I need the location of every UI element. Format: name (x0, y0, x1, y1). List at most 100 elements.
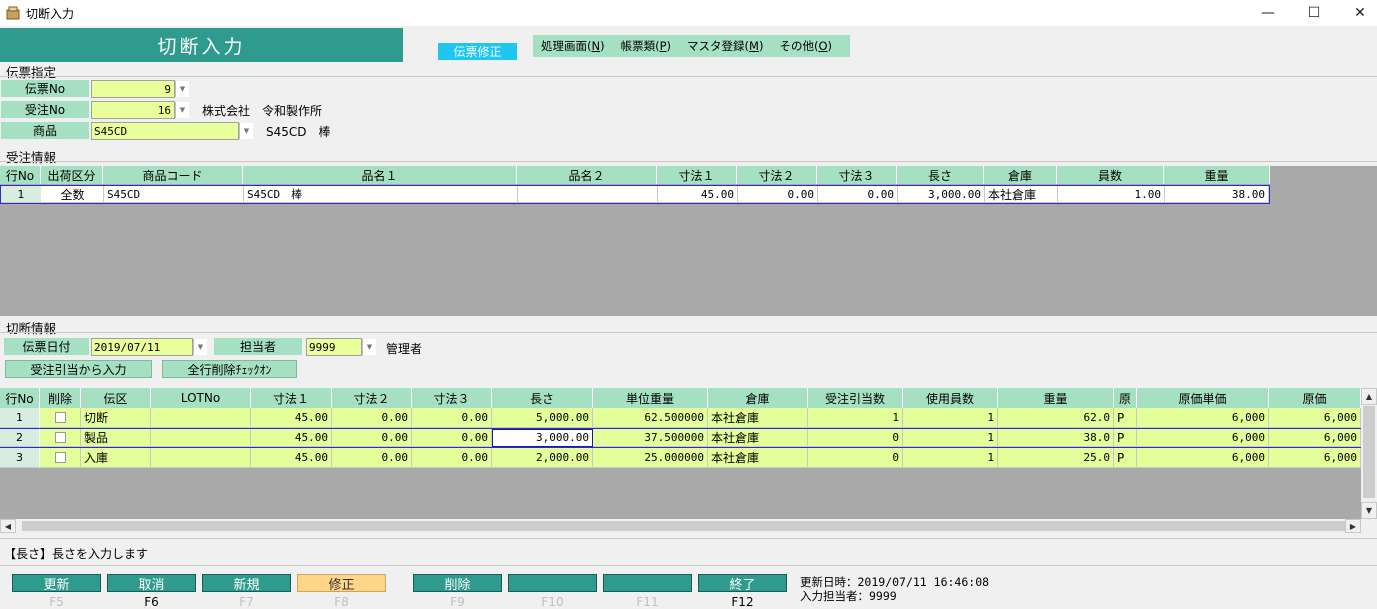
menu-item-reports[interactable]: 帳票類(P) (613, 38, 679, 54)
menu-item-master[interactable]: マスタ登録(M) (679, 38, 771, 54)
cell-dim3[interactable]: 0.00 (412, 429, 492, 447)
cell-lot-no[interactable] (151, 429, 251, 447)
chevron-down-icon[interactable]: ▼ (239, 123, 253, 139)
chevron-down-icon[interactable]: ▼ (175, 81, 189, 97)
maximize-icon[interactable]: ☐ (1291, 0, 1337, 26)
mode-badge: 伝票修正 (438, 43, 517, 60)
cell-dim3[interactable]: 0.00 (412, 448, 492, 468)
table-row[interactable]: 3 入庫 45.00 0.00 0.00 2,000.00 25.000000 … (0, 448, 1361, 468)
chevron-down-icon[interactable]: ▼ (175, 102, 189, 118)
cell-dim1[interactable]: 45.00 (251, 448, 332, 468)
fkey-label: F8 (334, 595, 349, 609)
close-icon[interactable]: ✕ (1337, 0, 1377, 26)
cell-origin[interactable]: P (1114, 429, 1137, 447)
fkey-label: F11 (636, 595, 659, 609)
cell-lot-no[interactable] (151, 408, 251, 428)
cell-unit-weight[interactable]: 37.500000 (593, 429, 708, 447)
cell-slip-type[interactable]: 入庫 (81, 448, 151, 468)
delete-checkbox[interactable] (54, 412, 66, 423)
cell-allocated[interactable]: 0 (808, 448, 903, 468)
scroll-right-icon[interactable]: ▶ (1345, 519, 1361, 533)
cell-used-count[interactable]: 1 (903, 429, 998, 447)
cell-cost[interactable]: 6,000 (1269, 408, 1361, 428)
cell-length[interactable]: 2,000.00 (492, 448, 593, 468)
menu-item-screens[interactable]: 処理画面(N) (533, 38, 613, 54)
cell-unit-weight[interactable]: 25.000000 (593, 448, 708, 468)
cell-dim3[interactable]: 0.00 (412, 408, 492, 428)
col-header: 倉庫 (984, 166, 1057, 184)
menu-bar: 処理画面(N) 帳票類(P) マスタ登録(M) その他(O) (533, 35, 850, 57)
f11-button[interactable] (603, 574, 692, 592)
update-button[interactable]: 更新 (12, 574, 101, 593)
cell-allocated[interactable]: 0 (808, 429, 903, 447)
cell-unit-weight[interactable]: 62.500000 (593, 408, 708, 428)
cell-cost[interactable]: 6,000 (1269, 429, 1361, 447)
cell-unit-cost[interactable]: 6,000 (1137, 429, 1269, 447)
slip-no-field[interactable]: 9 (91, 80, 175, 98)
col-header: 寸法３ (412, 388, 492, 408)
product-field[interactable]: S45CD (91, 122, 239, 140)
fkey-label: F9 (450, 595, 465, 609)
delete-all-check-button[interactable]: 全行削除ﾁｪｯｸｵﾝ (162, 360, 297, 378)
menu-item-other[interactable]: その他(O) (771, 38, 840, 54)
cell-lot-no[interactable] (151, 448, 251, 468)
table-row[interactable]: 1 切断 45.00 0.00 0.00 5,000.00 62.500000 … (0, 408, 1361, 428)
cell-dim1[interactable]: 45.00 (251, 429, 332, 447)
delete-checkbox-cell[interactable] (40, 429, 81, 447)
exit-button[interactable]: 終了 (698, 574, 787, 593)
status-message: 【長さ】長さを入力します (4, 547, 149, 561)
delete-checkbox-cell[interactable] (40, 448, 81, 468)
cell-unit-cost[interactable]: 6,000 (1137, 408, 1269, 428)
vertical-scrollbar[interactable]: ▲ ▼ (1361, 388, 1377, 519)
cell-slip-type[interactable]: 切断 (81, 408, 151, 428)
cell-warehouse[interactable]: 本社倉庫 (708, 429, 808, 447)
cell-dim2[interactable]: 0.00 (332, 448, 412, 468)
col-header: 出荷区分 (41, 166, 103, 184)
order-no-field[interactable]: 16 (91, 101, 175, 119)
modify-button[interactable]: 修正 (297, 574, 386, 593)
cell-used-count[interactable]: 1 (903, 408, 998, 428)
cell-warehouse[interactable]: 本社倉庫 (708, 408, 808, 428)
delete-checkbox[interactable] (54, 432, 66, 443)
col-header: 原価単価 (1137, 388, 1269, 408)
cell-dim2[interactable]: 0.00 (332, 408, 412, 428)
chevron-down-icon[interactable]: ▼ (362, 339, 376, 355)
cell-dim1[interactable]: 45.00 (251, 408, 332, 428)
cell-warehouse[interactable]: 本社倉庫 (708, 448, 808, 468)
cell-dim2[interactable]: 0.00 (332, 429, 412, 447)
cell-allocated[interactable]: 1 (808, 408, 903, 428)
delete-checkbox[interactable] (54, 452, 66, 463)
table-row[interactable]: 2 製品 45.00 0.00 0.00 3,000.00 37.500000 … (0, 428, 1361, 448)
slip-date-field[interactable]: 2019/07/11 (91, 338, 193, 356)
col-header: 使用員数 (903, 388, 998, 408)
f10-button[interactable] (508, 574, 597, 592)
scroll-thumb[interactable] (1363, 406, 1375, 498)
cell-length-editing[interactable]: 3,000.00 (492, 429, 593, 447)
cell-unit-cost[interactable]: 6,000 (1137, 448, 1269, 468)
delete-checkbox-cell[interactable] (40, 408, 81, 428)
row-number: 1 (0, 408, 40, 428)
cell-weight[interactable]: 25.0 (998, 448, 1114, 468)
cell-origin[interactable]: P (1114, 408, 1137, 428)
calendar-dropdown-icon[interactable]: ▼ (193, 339, 207, 355)
new-button[interactable]: 新規 (202, 574, 291, 593)
cell-length[interactable]: 5,000.00 (492, 408, 593, 428)
horizontal-scrollbar[interactable]: ◀ ▶ (0, 519, 1361, 533)
cell-cost[interactable]: 6,000 (1269, 448, 1361, 468)
table-row[interactable]: 1 全数 S45CD S45CD 棒 45.00 0.00 0.00 3,000… (0, 185, 1270, 204)
scroll-up-icon[interactable]: ▲ (1361, 388, 1377, 405)
cell-slip-type[interactable]: 製品 (81, 429, 151, 447)
from-order-button[interactable]: 受注引当から入力 (5, 360, 152, 378)
scroll-thumb[interactable] (22, 521, 1352, 531)
minimize-icon[interactable]: — (1245, 0, 1291, 26)
cell-weight[interactable]: 62.0 (998, 408, 1114, 428)
cell-weight[interactable]: 38.0 (998, 429, 1114, 447)
delete-button[interactable]: 削除 (413, 574, 502, 593)
col-header: 倉庫 (708, 388, 808, 408)
cancel-button[interactable]: 取消 (107, 574, 196, 593)
scroll-down-icon[interactable]: ▼ (1361, 502, 1377, 519)
cell-used-count[interactable]: 1 (903, 448, 998, 468)
cell-origin[interactable]: P (1114, 448, 1137, 468)
staff-code-field[interactable]: 9999 (306, 338, 362, 356)
scroll-left-icon[interactable]: ◀ (0, 519, 16, 533)
